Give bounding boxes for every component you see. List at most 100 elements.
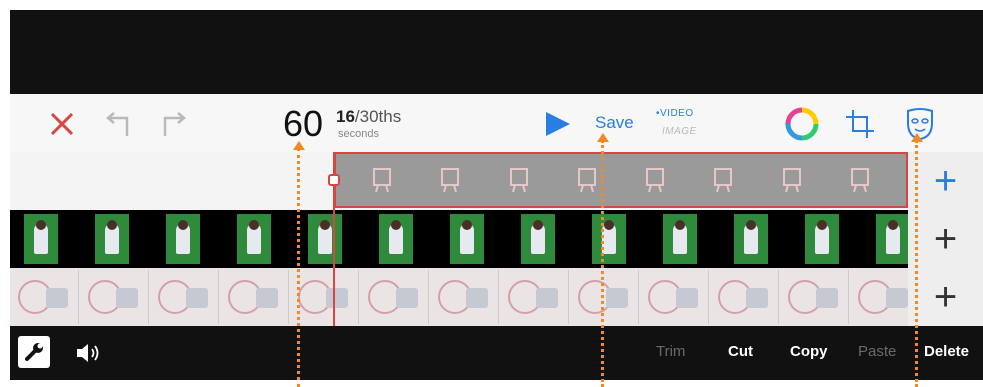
thumbnail-person-head bbox=[320, 220, 330, 230]
thumbnail-shape bbox=[46, 288, 68, 308]
thumbnail-shape bbox=[396, 288, 418, 308]
annotation-pointer-counter bbox=[297, 148, 300, 387]
thumbnail-person-head bbox=[391, 220, 401, 230]
video-frame-thumbnail bbox=[805, 214, 839, 264]
annotation-arrowhead bbox=[293, 141, 305, 150]
video-frame-thumbnail bbox=[379, 214, 413, 264]
color-wheel-icon bbox=[785, 107, 819, 141]
image-track[interactable] bbox=[10, 268, 908, 326]
overlay-thumbnail-icon bbox=[441, 168, 460, 193]
overlay-thumbnail-icon bbox=[646, 168, 665, 193]
video-frame-thumbnail bbox=[663, 214, 697, 264]
time-counter-unit: seconds bbox=[338, 128, 379, 140]
video-frame-thumbnail bbox=[521, 214, 555, 264]
add-video-track-button[interactable]: + bbox=[908, 210, 983, 268]
color-button[interactable] bbox=[782, 104, 822, 144]
thumbnail-person-head bbox=[249, 220, 259, 230]
track-add-panel: + + + bbox=[908, 152, 983, 326]
image-frame-thumbnail bbox=[710, 270, 779, 324]
video-frame-thumbnail bbox=[592, 214, 626, 264]
redo-button[interactable] bbox=[156, 106, 192, 142]
thumbnail-person-head bbox=[178, 220, 188, 230]
annotation-arrowhead bbox=[597, 133, 609, 142]
image-frame-thumbnail bbox=[290, 270, 359, 324]
video-frame-thumbnail bbox=[876, 214, 908, 264]
paste-button[interactable]: Paste bbox=[858, 343, 896, 360]
video-frame-thumbnail bbox=[450, 214, 484, 264]
timeline[interactable] bbox=[10, 152, 908, 326]
mode-video-option[interactable]: •VIDEO bbox=[656, 108, 694, 119]
thumbnail-shape bbox=[886, 288, 908, 308]
speaker-icon bbox=[77, 344, 99, 362]
video-frame-thumbnail bbox=[95, 214, 129, 264]
image-frame-thumbnail bbox=[570, 270, 639, 324]
video-track[interactable] bbox=[10, 210, 908, 268]
image-frame-thumbnail bbox=[220, 270, 289, 324]
image-frame-thumbnail bbox=[150, 270, 219, 324]
thumbnail-shape bbox=[816, 288, 838, 308]
time-counter-denominator: /30ths bbox=[354, 107, 402, 126]
thumbnail-person-head bbox=[107, 220, 117, 230]
thumbnail-person-head bbox=[462, 220, 472, 230]
delete-button[interactable]: Delete bbox=[924, 343, 969, 360]
copy-button[interactable]: Copy bbox=[790, 343, 828, 360]
trim-button[interactable]: Trim bbox=[656, 343, 685, 360]
add-image-track-button[interactable]: + bbox=[908, 268, 983, 326]
undo-icon bbox=[106, 112, 129, 136]
video-frame-thumbnail bbox=[24, 214, 58, 264]
audio-button[interactable] bbox=[74, 340, 104, 366]
save-button[interactable]: Save bbox=[595, 113, 634, 133]
thumbnail-shape bbox=[466, 288, 488, 308]
thumbnail-shape bbox=[116, 288, 138, 308]
play-icon bbox=[546, 112, 570, 136]
selected-overlay-clip[interactable] bbox=[334, 152, 908, 208]
play-button[interactable] bbox=[540, 108, 576, 140]
overlay-thumbnail-icon bbox=[577, 168, 596, 193]
annotation-pointer-mask bbox=[915, 140, 918, 387]
thumbnail-shape bbox=[606, 288, 628, 308]
thumbnail-shape bbox=[746, 288, 768, 308]
trim-handle[interactable] bbox=[328, 174, 340, 186]
time-counter-numerator: 16 bbox=[336, 107, 355, 126]
video-frame-thumbnail bbox=[237, 214, 271, 264]
overlay-thumbnail-icon bbox=[714, 168, 733, 193]
image-frame-thumbnail bbox=[430, 270, 499, 324]
thumbnail-person-head bbox=[675, 220, 685, 230]
video-frame-thumbnail bbox=[308, 214, 342, 264]
video-frame-thumbnail bbox=[166, 214, 200, 264]
thumbnail-shape bbox=[536, 288, 558, 308]
settings-button[interactable] bbox=[18, 336, 50, 368]
cut-button[interactable]: Cut bbox=[728, 343, 753, 360]
close-button[interactable] bbox=[44, 106, 80, 142]
image-frame-thumbnail bbox=[850, 270, 908, 324]
thumbnail-person-head bbox=[746, 220, 756, 230]
image-frame-thumbnail bbox=[640, 270, 709, 324]
thumbnail-shape bbox=[186, 288, 208, 308]
overlay-thumbnail-icon bbox=[850, 168, 869, 193]
overlay-track[interactable] bbox=[10, 152, 908, 210]
image-frame-thumbnail bbox=[500, 270, 569, 324]
time-counter-fraction: 16/30ths bbox=[336, 108, 401, 126]
thumbnail-person-head bbox=[533, 220, 543, 230]
x-icon bbox=[50, 112, 74, 136]
thumbnail-person-head bbox=[888, 220, 898, 230]
image-frame-thumbnail bbox=[10, 270, 79, 324]
mode-image-option[interactable]: IMAGE bbox=[662, 126, 697, 137]
undo-button[interactable] bbox=[100, 106, 136, 142]
overlay-thumbnail-icon bbox=[509, 168, 528, 193]
annotation-pointer-save bbox=[601, 140, 604, 387]
overlay-thumbnail-icon bbox=[373, 168, 392, 193]
overlay-thumbnail-icon bbox=[782, 168, 801, 193]
time-counter-whole: 60 bbox=[283, 103, 324, 144]
video-preview-area bbox=[10, 10, 983, 94]
video-frame-thumbnail bbox=[734, 214, 768, 264]
thumbnail-person-head bbox=[817, 220, 827, 230]
annotation-arrowhead bbox=[911, 133, 923, 142]
crop-icon bbox=[846, 110, 874, 138]
wrench-icon bbox=[25, 343, 43, 361]
bottom-bar: Trim Cut Copy Paste Delete bbox=[10, 326, 983, 380]
image-frame-thumbnail bbox=[780, 270, 849, 324]
add-overlay-track-button[interactable]: + bbox=[908, 152, 983, 210]
crop-button[interactable] bbox=[840, 104, 880, 144]
thumbnail-shape bbox=[256, 288, 278, 308]
